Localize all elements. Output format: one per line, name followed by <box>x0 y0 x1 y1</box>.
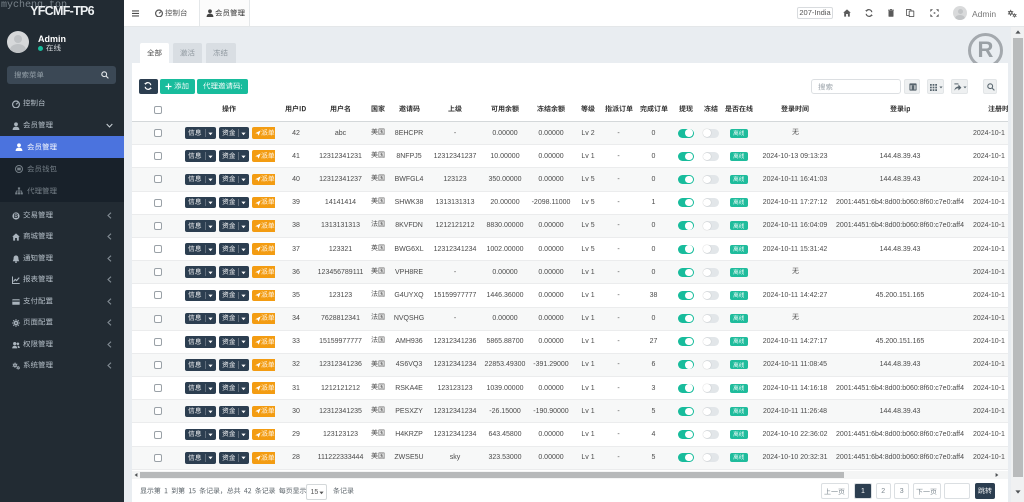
svg-text:B: B <box>14 214 19 220</box>
